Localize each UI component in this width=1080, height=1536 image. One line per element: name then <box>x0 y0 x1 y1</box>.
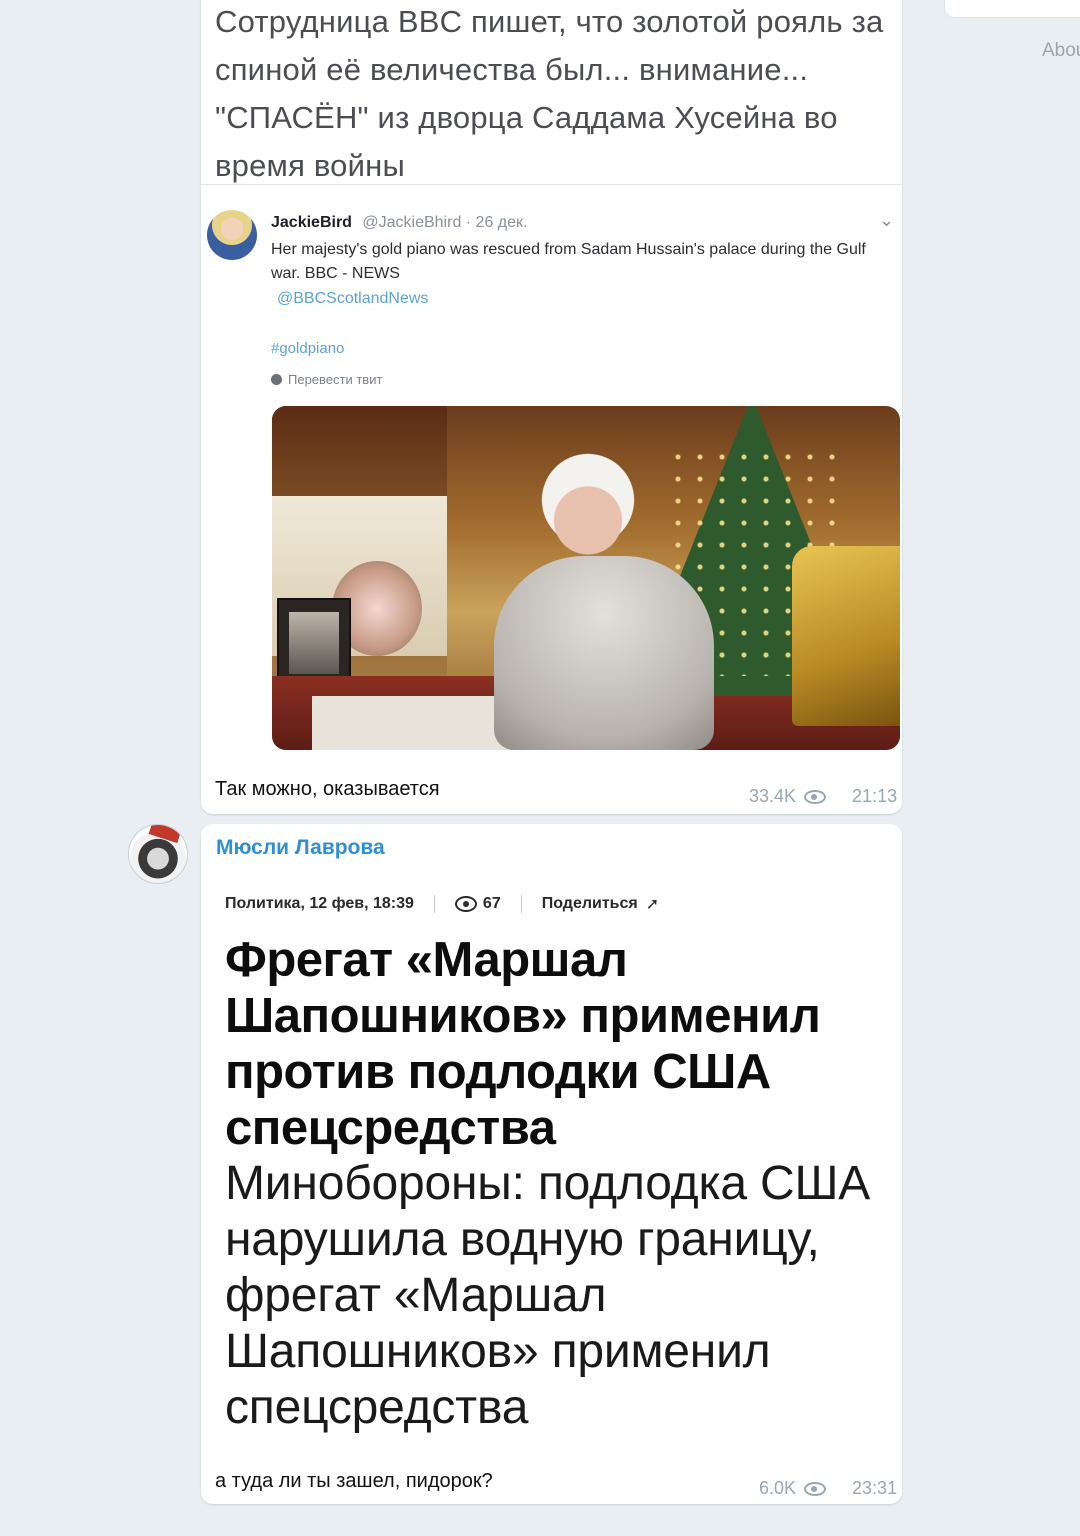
news-meta: Политика, 12 фев, 18:39 67 Поделиться ➚ <box>225 894 659 914</box>
side-panel-card <box>944 0 1080 18</box>
news-category-date: Политика, 12 фев, 18:39 <box>225 895 414 912</box>
queen-christmas-photo[interactable] <box>272 406 900 750</box>
tweet-author-name: JackieBird <box>271 214 352 231</box>
news-subheadline: Минобороны: подлодка США нарушила водную… <box>225 1157 871 1434</box>
divider <box>201 184 902 185</box>
tweet-author-avatar <box>207 210 257 260</box>
chevron-down-icon: ⌄ <box>879 210 895 230</box>
news-headline: Фрегат «Маршал Шапошников» применил прот… <box>225 933 821 1155</box>
tweet-translate: Перевести твит <box>271 372 382 387</box>
share-arrow-icon: ➚ <box>645 896 660 913</box>
tweet-text: Her majesty's gold piano was rescued fro… <box>271 241 866 282</box>
tweet-caption: Сотрудница BBC пишет, что золотой рояль … <box>215 4 884 183</box>
message-text: Так можно, оказывается <box>215 778 440 800</box>
news-views: 67 <box>482 895 501 912</box>
channel-avatar[interactable] <box>128 824 188 884</box>
eye-icon <box>804 789 827 804</box>
message-meta: 6.0K 23:31 <box>759 1478 897 1499</box>
gold-piano <box>792 546 900 726</box>
eye-icon <box>804 1481 827 1496</box>
message-meta: 33.4K 21:13 <box>749 786 897 807</box>
tweet-translate-label: Перевести твит <box>288 372 383 387</box>
message-text: а туда ли ты зашел, пидорок? <box>215 1470 493 1492</box>
view-count: 6.0K <box>759 1478 797 1498</box>
channel-name[interactable]: Мюсли Лаврова <box>216 836 385 860</box>
about-link[interactable]: Abou <box>1042 40 1080 62</box>
message-time: 23:31 <box>852 1478 898 1498</box>
tweet-hashtag: #goldpiano <box>271 340 345 357</box>
news-share: Поделиться <box>541 895 638 912</box>
eye-icon <box>454 896 477 912</box>
message-time: 21:13 <box>852 786 898 806</box>
tweet-author-handle: @JackieBhird · 26 дек. <box>362 214 528 231</box>
view-count: 33.4K <box>749 786 797 806</box>
message-bubble: Мюсли Лаврова Политика, 12 фев, 18:39 67… <box>201 824 902 1504</box>
tweet-mention: @BBCScotlandNews <box>277 290 429 307</box>
message-bubble: Сотрудница BBC пишет, что золотой рояль … <box>201 0 902 814</box>
globe-icon <box>271 374 282 385</box>
tweet-header: JackieBird @JackieBhird · 26 дек. <box>271 214 527 232</box>
